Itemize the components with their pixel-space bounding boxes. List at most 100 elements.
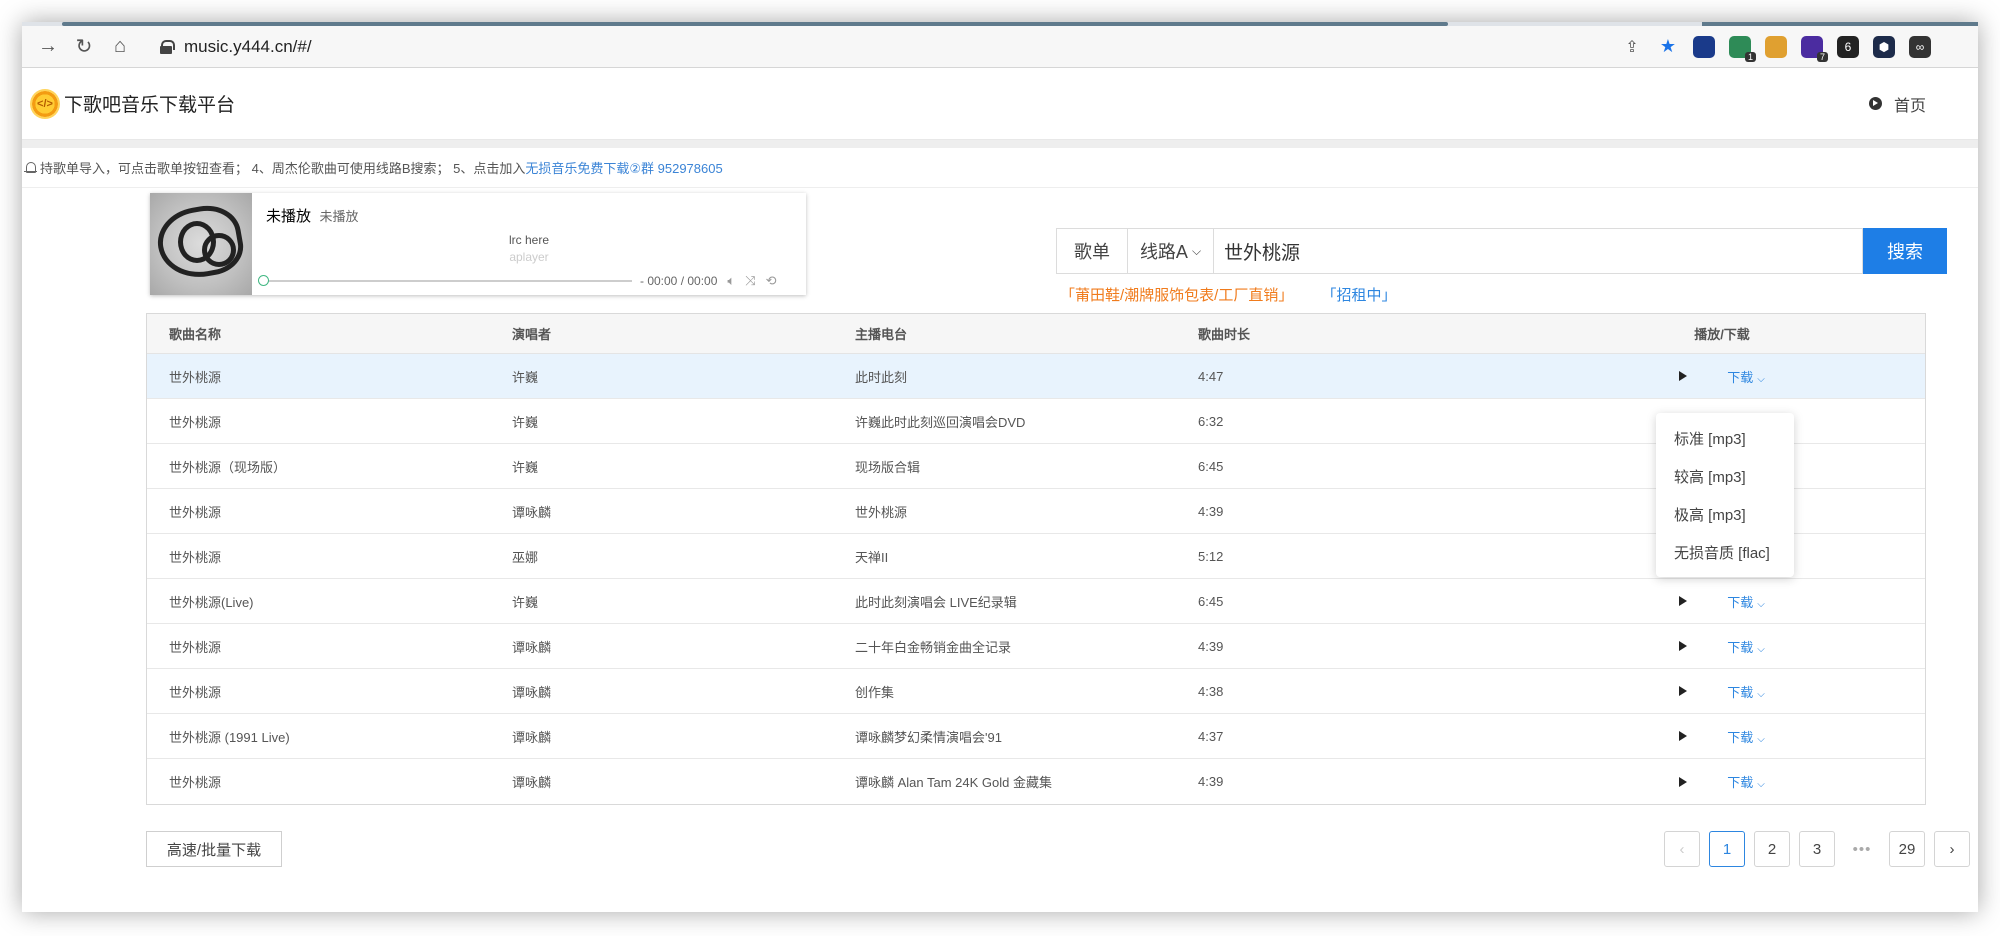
quality-very-high-mp3[interactable]: 极高 [mp3] [1656, 495, 1794, 533]
table-row[interactable]: 世外桃源 许巍 此时此刻 4:47 下载 ⌵ [147, 354, 1925, 399]
next-page-button[interactable]: › [1934, 831, 1970, 867]
page-button-3[interactable]: 3 [1799, 831, 1835, 867]
duration-cell: 4:37 [1198, 728, 1224, 744]
site-title[interactable]: 下歌吧音乐下载平台 [64, 90, 235, 117]
chevron-down-icon: ⌵ [1191, 243, 1202, 258]
stack-extension-icon[interactable]: 7 [1801, 35, 1828, 62]
chevron-down-icon: ⌵ [1757, 779, 1765, 790]
download-label: 下载 [1727, 369, 1754, 385]
artist-cell: 巫娜 [512, 549, 539, 565]
album-cell: 谭咏麟 Alan Tam 24K Gold 金藏集 [855, 775, 1052, 790]
shield-extension-icon[interactable]: 1 [1729, 35, 1756, 62]
quality-lossless-flac[interactable]: 无损音质 [flac] [1656, 533, 1794, 571]
table-row[interactable]: 世外桃源 谭咏麟 创作集 4:38 下载 ⌵ [147, 669, 1925, 714]
row-actions: 下载⌵ [1519, 367, 1925, 386]
download-dropdown-link[interactable]: 下载⌵ [1727, 727, 1765, 746]
duration-cell: 5:12 [1198, 548, 1224, 564]
page-ellipsis[interactable]: ••• [1844, 831, 1880, 867]
artist-cell: 谭咏麟 [512, 684, 552, 700]
tab[interactable] [1702, 22, 1978, 26]
search-input[interactable] [1214, 228, 1863, 274]
album-cover[interactable] [150, 193, 252, 295]
song-name-cell: 世外桃源 [169, 639, 222, 655]
search-button[interactable]: 搜索 [1863, 228, 1947, 274]
prev-page-button[interactable]: ‹ [1664, 831, 1700, 867]
download-dropdown-link[interactable]: 下载⌵ [1727, 682, 1765, 701]
player-author: 未播放 [319, 209, 359, 224]
table-row[interactable]: 世外桃源 (1991 Live) 谭咏麟 谭咏麟梦幻柔情演唱会'91 4:37 下载 ⌵ [147, 714, 1925, 759]
shuffle-icon[interactable]: ⤨ [745, 273, 755, 289]
play-icon[interactable] [1679, 776, 1688, 787]
song-name-cell: 世外桃源 [169, 775, 222, 790]
page-button-1[interactable]: 1 [1709, 831, 1745, 867]
album-cell: 此时此刻演唱会 LIVE纪录辑 [855, 594, 1017, 610]
download-label: 下载 [1727, 775, 1754, 790]
download-label: 下载 [1727, 684, 1754, 700]
progress-bar[interactable] [258, 275, 632, 286]
active-tab[interactable] [62, 22, 1448, 26]
download-dropdown-link[interactable]: 下载⌵ [1727, 592, 1765, 611]
table-row[interactable]: 世外桃源(Live) 许巍 此时此刻演唱会 LIVE纪录辑 6:45 下载 ⌵ [147, 579, 1925, 624]
album-cell: 创作集 [855, 684, 895, 700]
song-name-cell: 世外桃源(Live) [169, 594, 254, 610]
chevron-down-icon: ⌵ [1757, 643, 1765, 655]
page-button-2[interactable]: 2 [1754, 831, 1790, 867]
play-icon[interactable] [1679, 731, 1688, 741]
duration-cell: 6:45 [1198, 458, 1224, 474]
globe-extension-icon[interactable] [1765, 35, 1787, 58]
page-button-29[interactable]: 29 [1889, 831, 1925, 867]
forward-icon[interactable]: → [30, 29, 66, 65]
player-time: - 00:00 / 00:00 [640, 274, 718, 288]
table-row[interactable]: 世外桃源 谭咏麟 二十年白金畅销金曲全记录 4:39 下载 ⌵ [147, 624, 1925, 669]
cover-art-stroke [202, 233, 236, 267]
info-extension-icon[interactable]: 6 [1837, 35, 1859, 58]
promo-link-rent[interactable]: 「招租中」 [1322, 287, 1397, 304]
album-cell: 现场版合辑 [855, 459, 921, 475]
play-icon[interactable] [1679, 641, 1688, 651]
album-cell: 许巍此时此刻巡回演唱会DVD [855, 414, 1026, 430]
duration-cell: 4:39 [1198, 774, 1224, 789]
download-label: 下载 [1727, 729, 1754, 745]
loop-icon[interactable]: ⟲ [766, 273, 777, 289]
play-icon[interactable] [1679, 686, 1688, 696]
volume-icon[interactable]: 🔈︎ [727, 273, 735, 289]
duration-cell: 4:47 [1198, 368, 1224, 384]
download-dropdown-link[interactable]: 下载⌵ [1727, 367, 1765, 386]
home-nav-link[interactable]: 首页 [1868, 92, 1926, 116]
batch-download-button[interactable]: 高速/批量下载 [146, 831, 282, 867]
hexagon-extension-icon[interactable]: ⬢ [1873, 35, 1895, 58]
address-bar[interactable]: music.y444.cn/#/ [146, 30, 1606, 63]
reload-icon[interactable]: ↻ [66, 29, 102, 65]
download-dropdown-link[interactable]: 下载⌵ [1727, 637, 1765, 656]
chevron-down-icon: ⌵ [1757, 598, 1765, 610]
progress-knob[interactable] [258, 275, 269, 286]
notice-group-link[interactable]: 无损音乐免费下载②群 952978605 [525, 158, 722, 177]
lyrics-line: lrc here [508, 233, 549, 247]
line-select[interactable]: 线路A ⌵ [1128, 228, 1214, 274]
play-icon[interactable] [1679, 596, 1688, 606]
playlist-button[interactable]: 歌单 [1056, 228, 1128, 274]
album-cell: 二十年白金畅销金曲全记录 [855, 639, 1012, 655]
notice-text: 持歌单导入，可点击歌单按钮查看； 4、周杰伦歌曲可使用线路B搜索； 5、点击加入 [40, 161, 526, 176]
glasses-extension-icon[interactable]: ∞ [1909, 35, 1931, 58]
quality-standard-mp3[interactable]: 标准 [mp3] [1656, 419, 1794, 457]
quality-high-mp3[interactable]: 较高 [mp3] [1656, 457, 1794, 495]
bitwarden-extension-icon[interactable] [1693, 35, 1715, 58]
duration-cell: 6:32 [1198, 413, 1224, 429]
row-actions: 下载⌵ [1519, 637, 1925, 656]
download-dropdown-link[interactable]: 下载⌵ [1727, 772, 1765, 791]
play-icon[interactable] [1679, 371, 1688, 381]
share-icon[interactable]: ⇪ [1621, 36, 1643, 58]
album-cell: 此时此刻 [855, 369, 908, 385]
artist-cell: 谭咏麟 [512, 729, 552, 745]
browser-toolbar: → ↻ ⌂ music.y444.cn/#/ ⇪ ★ 1 7 6 ⬢ ∞ [22, 26, 1978, 68]
site-logo-icon[interactable]: </> [30, 88, 60, 119]
table-row[interactable]: 世外桃源 谭咏麟 谭咏麟 Alan Tam 24K Gold 金藏集 4:39 下载 ⌵ [147, 759, 1925, 804]
promo-link-shoes[interactable]: 「莆田鞋/潮牌服饰包表/工厂直销」 [1060, 287, 1293, 304]
lyrics-next-line: aplayer [509, 250, 549, 264]
url-text: music.y444.cn/#/ [184, 36, 312, 56]
album-cell: 天禅II [855, 549, 889, 565]
song-name-cell: 世外桃源（现场版） [169, 459, 287, 475]
home-icon[interactable]: ⌂ [102, 29, 138, 65]
bookmark-star-icon[interactable]: ★ [1657, 36, 1679, 58]
